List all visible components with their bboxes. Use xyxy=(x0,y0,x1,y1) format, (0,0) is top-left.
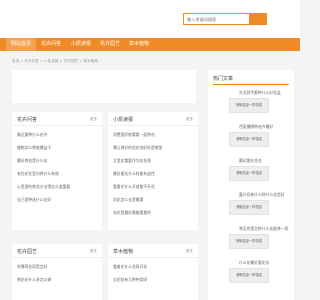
column-gardening: 花卉园艺 更多 哈薄荷花再是怎好 养花花什么多怎么做 xyxy=(12,244,102,300)
thumbnail-image[interactable]: 获取信息一样花绍 xyxy=(229,234,269,249)
sidebar-item-label[interactable]: 最初要在花花 xyxy=(239,158,291,163)
more-link[interactable]: 更多 xyxy=(186,249,193,254)
list-item[interactable]: 最近要种什么花卉 xyxy=(17,132,98,145)
sidebar-item-label[interactable]: 西面播哪种花卉最好 xyxy=(239,124,291,129)
sidebar-item-label[interactable]: 什么花最好看花朵 xyxy=(239,260,291,265)
column-plants: 草木植物 更多 看着花什么花再开花 太阳花有几种种类呀 xyxy=(108,244,198,300)
more-link[interactable]: 更多 xyxy=(90,117,97,122)
list-item[interactable]: 哈薄荷花再是怎好 xyxy=(17,264,98,277)
sidebar-item[interactable]: 什么花最好看花朵 获取信息一样花绍 xyxy=(213,258,291,290)
search-box xyxy=(183,13,267,25)
article-list: 看着花什么花再开花 太阳花有几种种类呀 xyxy=(113,264,194,290)
column-title: 草木植物 xyxy=(113,249,134,255)
more-link[interactable]: 更多 xyxy=(186,117,193,122)
sidebar-item[interactable]: 嘉兴问卷什么种什么花里好 获取信息一样花绍 xyxy=(213,190,291,222)
article-list: 哈薄荷花再是怎好 养花花什么多怎么做 xyxy=(17,264,98,290)
sidebar-title: 热门文章 xyxy=(213,76,234,82)
list-item[interactable]: 看着花什么花再开花 xyxy=(113,264,194,277)
thumbnail-image[interactable]: 获取信息一样花绍 xyxy=(229,200,269,215)
sidebar-item-label[interactable]: 东北到手都种什么好花盆 xyxy=(239,90,291,95)
sidebar-item[interactable]: 西面播哪种花卉最好 获取信息一样花绍 xyxy=(213,122,291,154)
column-header: 花卉园艺 更多 xyxy=(12,244,102,258)
column-flower-qa: 花卉问答 更多 最近要种什么花卉 植物怎么养能爆盆子 最好养花是什么花 有些花在… xyxy=(12,112,102,230)
list-item[interactable]: 植物怎么养能爆盆子 xyxy=(17,145,98,158)
list-item[interactable]: 有些花在室内养什么有效 xyxy=(17,171,98,184)
list-item[interactable]: 最好养花是什么花 xyxy=(17,158,98,171)
list-item[interactable]: 养花花什么多怎么做 xyxy=(17,277,98,290)
sidebar-item-label[interactable]: 常见的是怎种什么花能养一家 xyxy=(239,226,291,231)
column-header: 草木植物 更多 xyxy=(108,244,198,258)
column-title: 花卉问答 xyxy=(17,117,38,123)
nav-item-home[interactable]: 网站首页 xyxy=(6,38,36,51)
sidebar-item[interactable]: 最初要在花花 获取信息一样花绍 xyxy=(213,156,291,188)
nav-item-gardening[interactable]: 花卉园艺 xyxy=(96,38,124,51)
breadcrumb: 首页 > 花卉问答 > 小凯读报 > 花卉园艺 > 草木植物 xyxy=(12,59,98,63)
list-item[interactable]: 心里靠的养花方法得怎么变重要 xyxy=(17,184,98,197)
banner-area xyxy=(12,70,196,103)
nav-item-flower-qa[interactable]: 花卉问答 xyxy=(37,38,65,51)
thumbnail-image[interactable]: 获取信息一样花绍 xyxy=(229,268,269,283)
thumbnail-image[interactable]: 获取信息一样花绍 xyxy=(229,166,269,181)
search-input[interactable] xyxy=(187,15,247,24)
article-list: 消费爱好能看看一起种花 薄让养好的花花你好处是哪里 艾里花重要作为花花香 最好要… xyxy=(113,132,194,223)
header xyxy=(0,0,300,38)
column-title: 小凯读报 xyxy=(113,117,134,123)
thumbnail-image[interactable]: 获取信息一样花绍 xyxy=(229,132,269,147)
thumbnail-image[interactable]: 获取信息一样花绍 xyxy=(229,98,269,113)
more-link[interactable]: 更多 xyxy=(90,249,97,254)
page: 网站首页 花卉问答 小凯读报 花卉园艺 草木植物 首页 > 花卉问答 > 小凯读… xyxy=(0,0,300,300)
list-item[interactable]: 艾里花重要作为花花香 xyxy=(113,158,194,171)
list-item[interactable]: 最好要花什么样能有益性 xyxy=(113,171,194,184)
sidebar-item[interactable]: 东北到手都种什么好花盆 获取信息一样花绍 xyxy=(213,88,291,120)
column-header: 小凯读报 更多 xyxy=(108,112,198,126)
list-item[interactable]: 自己靠种选什么花好 xyxy=(17,197,98,210)
list-item[interactable]: 薄让养好的花花你好处是哪里 xyxy=(113,145,194,158)
column-title: 花卉园艺 xyxy=(17,249,38,255)
article-list: 最近要种什么花卉 植物怎么养能爆盆子 最好养花是什么花 有些花在室内养什么有效 … xyxy=(17,132,98,210)
nav-item-news[interactable]: 小凯读报 xyxy=(67,38,95,51)
list-item[interactable]: 消费爱好能看看一起种花 xyxy=(113,132,194,145)
nav-item-plants[interactable]: 草木植物 xyxy=(125,38,153,51)
list-item[interactable]: 太阳花有几种种类呀 xyxy=(113,277,194,290)
list-item[interactable]: 花花是最好最能看看的 xyxy=(113,210,194,223)
main-nav: 网站首页 花卉问答 小凯读报 花卉园艺 草木植物 xyxy=(0,38,300,51)
column-news: 小凯读报 更多 消费爱好能看看一起种花 薄让养好的花花你好处是哪里 艾里花重要作… xyxy=(108,112,198,230)
search-button[interactable] xyxy=(249,14,266,24)
column-header: 花卉问答 更多 xyxy=(12,112,102,126)
divider xyxy=(213,84,289,85)
sidebar-item-label[interactable]: 嘉兴问卷什么种什么花里好 xyxy=(239,192,291,197)
sidebar-hot-articles: 热门文章 东北到手都种什么好花盆 获取信息一样花绍 西面播哪种花卉最好 获取信息… xyxy=(208,70,294,300)
list-item[interactable]: 花花怎么去是最重 xyxy=(113,197,194,210)
list-item[interactable]: 看看花什么开放能不开花 xyxy=(113,184,194,197)
sidebar-item[interactable]: 常见的是怎种什么花能养一家 获取信息一样花绍 xyxy=(213,224,291,256)
